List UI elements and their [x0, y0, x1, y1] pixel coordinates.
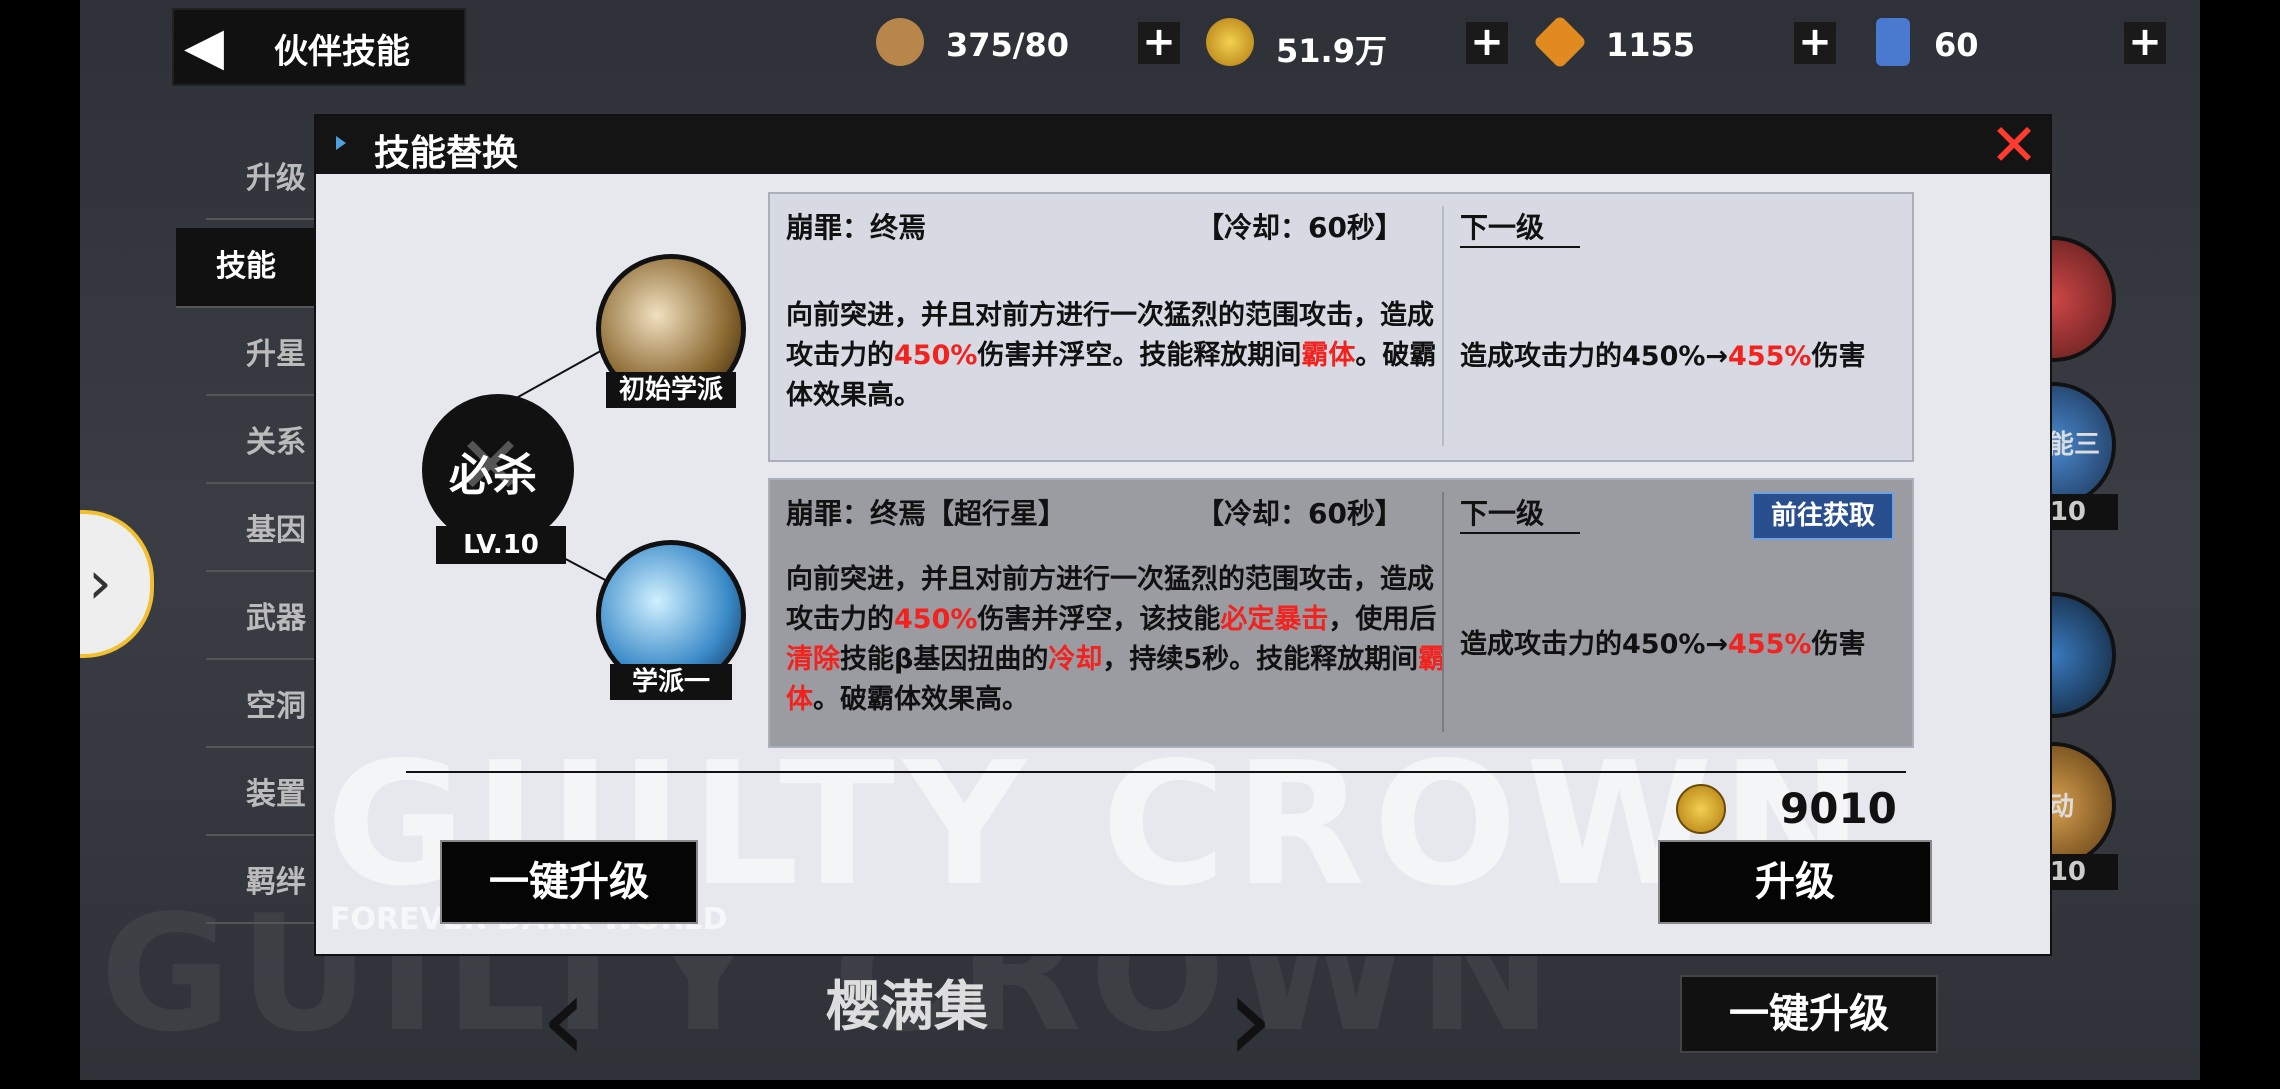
desc-text: 。破霸体效果高。: [813, 684, 1029, 715]
next-level-label: 下一级: [1460, 492, 1581, 534]
skill-card-supernova[interactable]: 崩罪：终焉【超行星】 【冷却：60秒】 向前突进，并且对前方进行一次猛烈的范围攻…: [768, 478, 1914, 748]
gold-coin-icon: [1676, 784, 1726, 834]
next-level-label: 下一级: [1460, 206, 1581, 248]
resource-ticket: 60: [1868, 12, 2068, 78]
skill-card-base[interactable]: 崩罪：终焉 【冷却：60秒】 向前突进，并且对前方进行一次猛烈的范围攻击，造成攻…: [768, 192, 1914, 462]
next-character-button[interactable]: ›: [1226, 950, 1274, 1089]
desc-text: 伤害并浮空。技能释放期间: [977, 340, 1302, 371]
resource-gold: 51.9万: [1206, 12, 1406, 78]
upgrade-cost: 9010: [1780, 784, 1897, 833]
one-click-upgrade-button[interactable]: 一键升级: [440, 840, 698, 924]
desc-text: ，持续5秒。技能释放期间: [1102, 644, 1419, 675]
effect-text: 伤害: [1811, 629, 1866, 660]
gold-value: 51.9万: [1276, 32, 1387, 70]
dialog-divider-line: [406, 771, 1906, 773]
skill-name: 崩罪：终焉【超行星】: [786, 497, 1067, 530]
coffee-cup-icon: [876, 18, 924, 66]
add-diamond-button[interactable]: +: [1794, 22, 1836, 64]
bottom-one-click-upgrade-button[interactable]: 一键升级: [1680, 975, 1938, 1053]
effect-highlight: 455%: [1728, 341, 1812, 372]
resource-stamina: 375/80: [876, 12, 1076, 78]
diamond-value: 1155: [1606, 26, 1696, 64]
top-bar: ◀ 伙伴技能: [172, 8, 466, 86]
skill-cooldown: 【冷却：60秒】: [1196, 497, 1403, 530]
ticket-icon: [1876, 18, 1910, 66]
skill-cooldown: 【冷却：60秒】: [1196, 211, 1403, 244]
root-skill-level: LV.10: [436, 526, 566, 564]
root-skill-label: 必杀: [449, 450, 537, 501]
chevron-right-icon: ›: [88, 548, 112, 618]
next-level-effect: 造成攻击力的450%→455%伤害: [1460, 622, 1865, 661]
skill-name: 崩罪：终焉: [786, 211, 927, 244]
desc-highlight: 清除: [786, 644, 840, 675]
desc-text: ，使用后: [1328, 604, 1437, 635]
effect-text: 造成攻击力的450%→: [1460, 629, 1729, 660]
branch-label-school-one: 学派一: [610, 664, 732, 700]
desc-highlight: 霸体: [1301, 340, 1356, 371]
effect-text: 伤害: [1811, 341, 1866, 372]
upgrade-button[interactable]: 升级: [1658, 840, 1932, 924]
branch-label-initial: 初始学派: [606, 372, 736, 408]
page-title: 伙伴技能: [274, 32, 410, 72]
diamond-icon: [1532, 14, 1588, 70]
resource-diamond: 1155: [1532, 12, 1736, 78]
effect-highlight: 455%: [1728, 629, 1812, 660]
add-stamina-button[interactable]: +: [1138, 22, 1180, 64]
stamina-value: 375/80: [946, 26, 1070, 64]
go-obtain-button[interactable]: 前往获取: [1752, 492, 1894, 540]
desc-text: 伤害并浮空，该技能: [977, 604, 1221, 635]
gold-coin-icon: [1206, 18, 1254, 66]
character-name: 樱满集: [826, 975, 988, 1038]
close-icon[interactable]: ✕: [1988, 116, 2040, 174]
skill-description: 向前突进，并且对前方进行一次猛烈的范围攻击，造成攻击力的450%伤害并浮空，该技…: [786, 560, 1446, 720]
desc-text: 技能β基因扭曲的: [840, 644, 1049, 675]
add-ticket-button[interactable]: +: [2124, 22, 2166, 64]
prev-character-button[interactable]: ‹: [540, 950, 588, 1089]
ticket-value: 60: [1934, 26, 1979, 64]
card-divider: [1442, 492, 1444, 732]
desc-highlight: 冷却: [1048, 644, 1103, 675]
effect-text: 造成攻击力的450%→: [1460, 341, 1729, 372]
skill-replace-dialog: 技能替换 ✕ GUILTY CROWN FOREVER DARK WORLD ✕…: [314, 114, 2052, 956]
back-icon[interactable]: ◀: [184, 20, 224, 74]
skill-badge-label: 能三: [2048, 430, 2101, 460]
desc-highlight: 必定暴击: [1220, 604, 1329, 635]
card-divider: [1442, 206, 1444, 446]
skill-description: 向前突进，并且对前方进行一次猛烈的范围攻击，造成攻击力的450%伤害并浮空。技能…: [786, 296, 1446, 416]
add-gold-button[interactable]: +: [1466, 22, 1508, 64]
next-level-effect: 造成攻击力的450%→455%伤害: [1460, 334, 1865, 373]
desc-highlight: 450%: [894, 604, 978, 635]
root-skill-node[interactable]: ✕ 必杀: [422, 394, 574, 546]
desc-highlight: 450%: [894, 340, 978, 371]
